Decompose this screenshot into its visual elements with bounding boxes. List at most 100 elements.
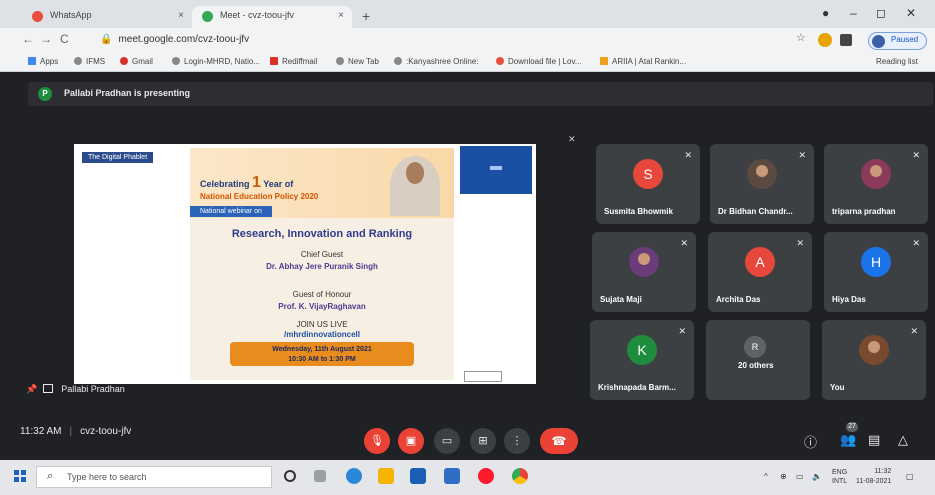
tab-label: Meet - cvz-toou-jfv <box>220 10 295 20</box>
lock-icon: 🔒 <box>100 34 113 45</box>
bookmark-ariia[interactable]: ARIIA | Atal Rankin... <box>600 57 686 66</box>
poster-header: Celebrating 1 Year of National Education… <box>190 148 454 218</box>
close-tab-icon[interactable]: × <box>178 10 184 21</box>
windows-logo-icon <box>14 470 19 475</box>
participant-avatar: R <box>744 336 766 359</box>
cortana-icon[interactable] <box>284 470 296 482</box>
profile-button[interactable]: Paused <box>868 32 928 50</box>
captions-button[interactable]: ▭ <box>434 428 460 454</box>
new-tab-button[interactable]: + <box>362 8 370 24</box>
presentation-footer: 📌 Pallabi Pradhan <box>26 384 125 395</box>
close-window-icon[interactable]: ✕ <box>906 6 916 20</box>
forward-icon[interactable]: → <box>40 32 52 46</box>
participant-tile[interactable]: ✕ S Susmita Bhowmik <box>596 144 700 224</box>
activities-button[interactable]: △ <box>898 432 908 448</box>
url-field[interactable]: 🔒 meet.google.com/cvz-toou-jfv <box>100 34 249 45</box>
avatar <box>872 35 885 48</box>
network-icon[interactable]: ⊕ <box>780 472 787 481</box>
meeting-details-button[interactable]: ⓘ <box>804 432 817 451</box>
poster-date-bar: Wednesday, 11th August 2021 10:30 AM to … <box>230 342 414 366</box>
star-icon[interactable]: ☆ <box>796 31 810 45</box>
self-photo-avatar <box>859 335 889 366</box>
participant-tile[interactable]: ✕ K Krishnapada Barm... <box>590 320 694 400</box>
globe-icon <box>172 57 180 65</box>
clock-time: 11:32 <box>874 468 892 475</box>
taskbar-search-input[interactable]: ⌕ Type here to search <box>36 466 272 488</box>
bookmark-ifms[interactable]: IFMS <box>74 57 105 66</box>
participant-photo-avatar <box>747 159 777 190</box>
globe-icon <box>394 57 402 65</box>
camera-toggle-button[interactable]: ▣ <box>398 428 424 454</box>
whatsapp-favicon-icon <box>32 11 43 22</box>
bookmark-login-mhrd[interactable]: Login-MHRD, Natio... <box>172 57 260 66</box>
store-icon[interactable] <box>410 468 426 484</box>
chat-button[interactable]: ▤ <box>868 432 880 448</box>
leave-call-button[interactable]: ☎ <box>540 428 578 454</box>
bookmark-apps[interactable]: Apps <box>28 57 58 66</box>
mic-toggle-button[interactable]: 🎙 <box>364 428 390 454</box>
screen-share-icon <box>43 384 54 393</box>
reload-icon[interactable]: C <box>60 32 69 46</box>
poster-celebrating: Celebrating 1 Year of <box>200 174 294 191</box>
self-tile[interactable]: ✕ You <box>822 320 926 400</box>
tab-meet[interactable]: Meet - cvz-toou-jfv × <box>192 6 352 28</box>
mic-off-icon: ✕ <box>678 326 686 336</box>
heart-icon <box>496 57 504 65</box>
poster-headline: Research, Innovation and Ranking <box>231 228 413 240</box>
pin-icon[interactable]: 📌 <box>26 384 37 394</box>
file-explorer-icon[interactable] <box>378 468 394 484</box>
mic-off-icon: ✕ <box>568 134 576 144</box>
globe-icon <box>74 57 82 65</box>
bookmark-gmail[interactable]: Gmail <box>120 57 153 66</box>
participant-tile[interactable]: ✕ H Hiya Das <box>824 232 928 312</box>
puzzle-extension-icon[interactable] <box>840 34 852 46</box>
minimize-icon[interactable]: – <box>850 6 857 20</box>
tab-whatsapp[interactable]: WhatsApp × <box>22 6 192 28</box>
bookmark-rediffmail[interactable]: Rediffmail <box>270 57 317 66</box>
hang-up-icon: ☎ <box>551 434 567 448</box>
meeting-info: 11:32 AM | cvz-toou-jfv <box>20 426 131 437</box>
bookmark-kanyashree[interactable]: :Kanyashree Online: <box>394 57 479 66</box>
participant-tile[interactable]: ✕ Sujata Maji <box>592 232 696 312</box>
chief-guest-name: Dr. Abhay Jere Puranik Singh <box>266 262 378 271</box>
profile-status: Paused <box>891 35 919 44</box>
mic-off-icon: ✕ <box>910 326 918 336</box>
taskbar-clock[interactable]: 11:32 11-08-2021 <box>856 467 891 487</box>
more-options-button[interactable]: ⋮ <box>504 428 530 454</box>
extension-icon[interactable] <box>818 33 832 47</box>
clock-date: 11-08-2021 <box>856 478 892 485</box>
reading-list-button[interactable]: Reading list <box>876 57 918 66</box>
participant-tile[interactable]: ✕ Dr Bidhan Chandr... <box>710 144 814 224</box>
back-icon[interactable]: ← <box>22 32 34 46</box>
bookmark-download-file[interactable]: Download file | Lov... <box>496 57 582 66</box>
more-vert-icon: ⋮ <box>511 435 523 447</box>
mail-icon[interactable] <box>444 468 460 484</box>
chrome-icon[interactable] <box>512 468 528 484</box>
close-tab-icon[interactable]: × <box>338 10 344 21</box>
language-indicator[interactable]: ENG INTL <box>832 468 847 486</box>
present-button[interactable]: ⊞ <box>470 428 496 454</box>
tray-chevron-icon[interactable]: ^ <box>764 472 768 481</box>
notifications-icon[interactable]: ▢ <box>906 472 914 481</box>
participant-name: triparna pradhan <box>832 207 896 216</box>
others-tile[interactable]: R 20 others <box>706 320 810 400</box>
task-view-icon[interactable] <box>314 470 326 482</box>
participant-count-badge: 27 <box>846 422 858 432</box>
tab-label: WhatsApp <box>50 10 92 20</box>
opera-icon[interactable] <box>478 468 494 484</box>
people-button[interactable]: 👥 <box>840 432 856 448</box>
globe-icon <box>336 57 344 65</box>
participant-tile[interactable]: ✕ A Archita Das <box>708 232 812 312</box>
participant-tile[interactable]: ✕ triparna pradhan <box>824 144 928 224</box>
guest-honour-label: Guest of Honour <box>292 290 352 299</box>
start-button[interactable] <box>14 470 26 482</box>
participant-avatar: H <box>861 247 891 278</box>
volume-icon[interactable]: 🔈 <box>812 472 822 481</box>
battery-icon[interactable]: ▭ <box>796 472 804 481</box>
participant-name: Dr Bidhan Chandr... <box>718 207 793 216</box>
edge-icon[interactable] <box>346 468 362 484</box>
profile-dot-icon[interactable]: ● <box>822 6 829 20</box>
bookmark-new-tab[interactable]: New Tab <box>336 57 379 66</box>
shared-screen[interactable]: The Digital Phablet Celebrating 1 Year o… <box>74 144 536 384</box>
maximize-icon[interactable]: ◻ <box>876 6 886 20</box>
